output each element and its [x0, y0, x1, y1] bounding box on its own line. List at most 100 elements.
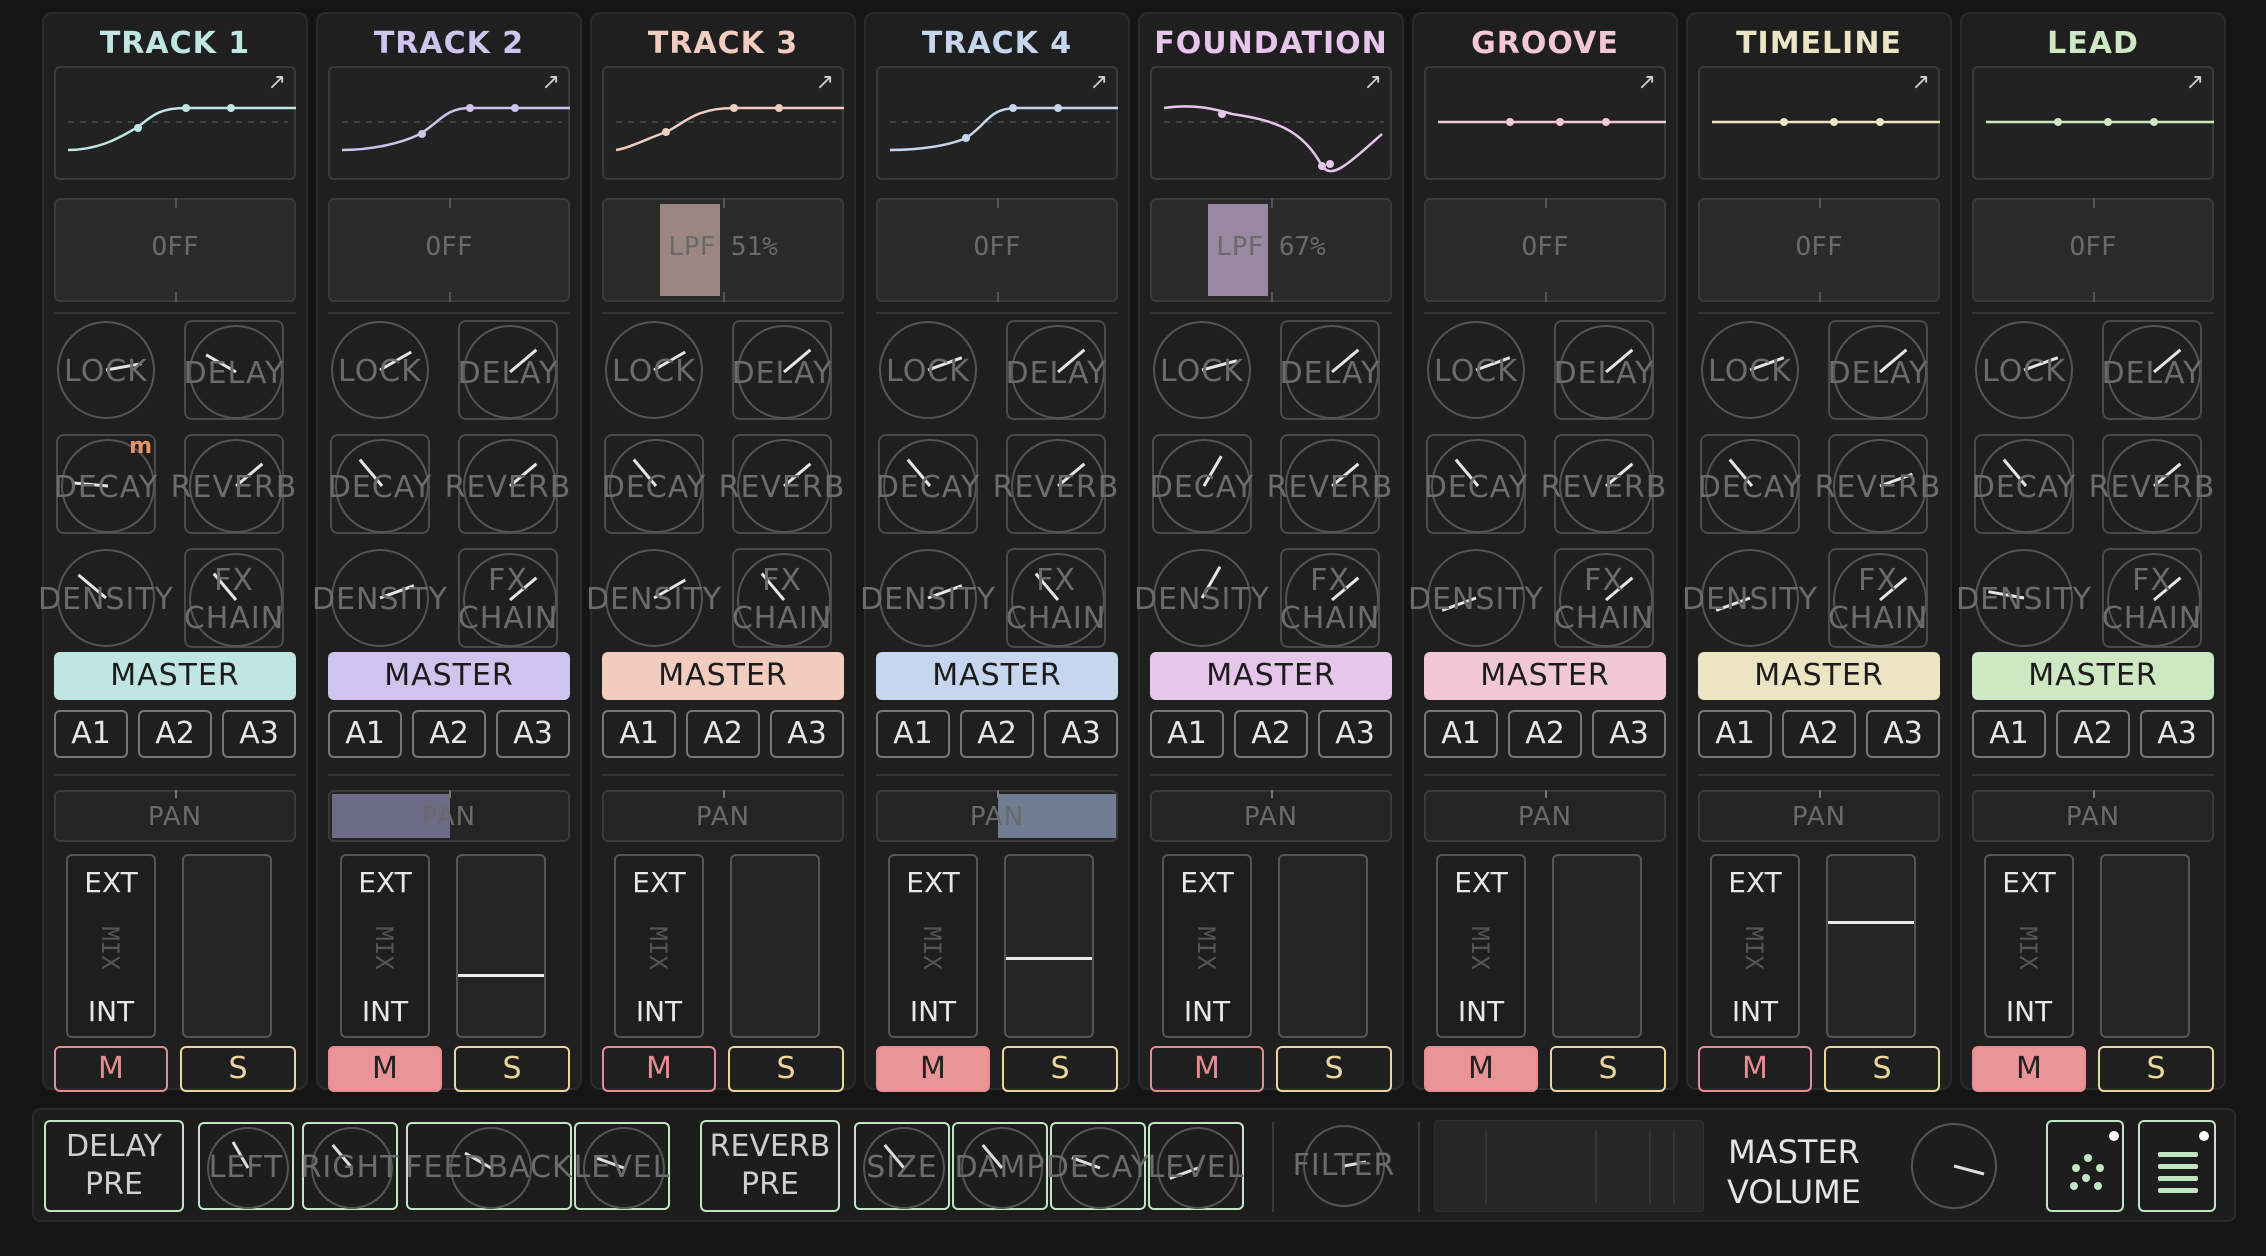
- solo-button[interactable]: S: [454, 1046, 570, 1092]
- master-send-button[interactable]: MASTER: [1424, 652, 1666, 700]
- decay-knob[interactable]: DECAY: [1698, 434, 1801, 534]
- decay-knob[interactable]: DECAY: [1424, 434, 1527, 534]
- pan-slider[interactable]: PAN: [876, 790, 1118, 842]
- aux-send-a1-button[interactable]: A1: [876, 710, 950, 758]
- aux-send-a3-button[interactable]: A3: [1044, 710, 1118, 758]
- decay-knob[interactable]: DECAY: [876, 434, 979, 534]
- solo-button[interactable]: S: [1824, 1046, 1940, 1092]
- master-send-button[interactable]: MASTER: [602, 652, 844, 700]
- delay-left-knob[interactable]: LEFT: [198, 1122, 294, 1210]
- lock-knob[interactable]: LOCK: [878, 320, 978, 420]
- aux-send-a3-button[interactable]: A3: [1592, 710, 1666, 758]
- decay-knob[interactable]: DECAY: [328, 434, 431, 534]
- fx-chain-knob[interactable]: FX CHAIN: [458, 548, 558, 648]
- aux-send-a1-button[interactable]: A1: [1150, 710, 1224, 758]
- reverb-pre-button[interactable]: REVERB PRE: [700, 1120, 840, 1212]
- pan-slider[interactable]: PAN: [328, 790, 570, 842]
- density-knob[interactable]: DENSITY: [312, 548, 447, 648]
- aux-send-a2-button[interactable]: A2: [1234, 710, 1308, 758]
- filter-control[interactable]: OFF: [876, 198, 1118, 302]
- volume-fader[interactable]: [1278, 854, 1368, 1038]
- expand-arrow-icon[interactable]: ↗: [2186, 70, 2204, 95]
- mix-selector[interactable]: EXT MIX INT: [1162, 854, 1252, 1038]
- pan-slider[interactable]: PAN: [1698, 790, 1940, 842]
- envelope-curve[interactable]: ↗: [1698, 66, 1940, 180]
- mix-selector[interactable]: EXT MIX INT: [340, 854, 430, 1038]
- mix-selector[interactable]: EXT MIX INT: [66, 854, 156, 1038]
- delay-knob[interactable]: DELAY: [1280, 320, 1380, 420]
- volume-fader[interactable]: [456, 854, 546, 1038]
- decay-knob[interactable]: DECAY: [602, 434, 705, 534]
- reverb-knob[interactable]: REVERB: [1541, 434, 1666, 534]
- envelope-curve[interactable]: ↗: [328, 66, 570, 180]
- solo-button[interactable]: S: [1550, 1046, 1666, 1092]
- aux-send-a1-button[interactable]: A1: [54, 710, 128, 758]
- envelope-curve[interactable]: ↗: [876, 66, 1118, 180]
- decay-knob[interactable]: DECAY: [1150, 434, 1253, 534]
- expand-arrow-icon[interactable]: ↗: [1638, 70, 1656, 95]
- master-send-button[interactable]: MASTER: [328, 652, 570, 700]
- mix-selector[interactable]: EXT MIX INT: [614, 854, 704, 1038]
- delay-knob[interactable]: DELAY: [1006, 320, 1106, 420]
- volume-fader[interactable]: [2100, 854, 2190, 1038]
- filter-control[interactable]: LPF 51%: [602, 198, 844, 302]
- delay-knob[interactable]: DELAY: [1554, 320, 1654, 420]
- mute-button[interactable]: M: [602, 1046, 716, 1092]
- envelope-curve[interactable]: ↗: [1424, 66, 1666, 180]
- aux-send-a2-button[interactable]: A2: [1782, 710, 1856, 758]
- mix-selector[interactable]: EXT MIX INT: [1710, 854, 1800, 1038]
- master-send-button[interactable]: MASTER: [54, 652, 296, 700]
- volume-fader[interactable]: [730, 854, 820, 1038]
- reverb-knob[interactable]: REVERB: [719, 434, 844, 534]
- fx-chain-knob[interactable]: FX CHAIN: [184, 548, 284, 648]
- solo-button[interactable]: S: [180, 1046, 296, 1092]
- aux-send-a1-button[interactable]: A1: [328, 710, 402, 758]
- dots-icon[interactable]: [2046, 1120, 2124, 1212]
- pan-slider[interactable]: PAN: [602, 790, 844, 842]
- master-volume-knob[interactable]: [1904, 1122, 2004, 1210]
- expand-arrow-icon[interactable]: ↗: [1364, 70, 1382, 95]
- envelope-curve[interactable]: ↗: [602, 66, 844, 180]
- delay-feedback-knob[interactable]: FEEDBACK: [405, 1122, 572, 1210]
- master-send-button[interactable]: MASTER: [876, 652, 1118, 700]
- envelope-curve[interactable]: ↗: [54, 66, 296, 180]
- lock-knob[interactable]: LOCK: [1152, 320, 1252, 420]
- delay-knob[interactable]: DELAY: [732, 320, 832, 420]
- mute-button[interactable]: M: [1424, 1046, 1538, 1092]
- filter-control[interactable]: OFF: [54, 198, 296, 302]
- aux-send-a3-button[interactable]: A3: [770, 710, 844, 758]
- fx-chain-knob[interactable]: FX CHAIN: [1554, 548, 1654, 648]
- reverb-level-knob[interactable]: LEVEL: [1148, 1122, 1244, 1210]
- filter-control[interactable]: LPF 67%: [1150, 198, 1392, 302]
- density-knob[interactable]: DENSITY: [860, 548, 995, 648]
- lock-knob[interactable]: LOCK: [56, 320, 156, 420]
- decay-knob[interactable]: DECAY m: [54, 434, 157, 534]
- reverb-knob[interactable]: REVERB: [993, 434, 1118, 534]
- mix-selector[interactable]: EXT MIX INT: [888, 854, 978, 1038]
- aux-send-a2-button[interactable]: A2: [1508, 710, 1582, 758]
- delay-pre-button[interactable]: DELAY PRE: [44, 1120, 184, 1212]
- master-send-button[interactable]: MASTER: [1698, 652, 1940, 700]
- reverb-knob[interactable]: REVERB: [2089, 434, 2214, 534]
- aux-send-a1-button[interactable]: A1: [1698, 710, 1772, 758]
- density-knob[interactable]: DENSITY: [1134, 548, 1269, 648]
- aux-send-a1-button[interactable]: A1: [1424, 710, 1498, 758]
- lock-knob[interactable]: LOCK: [1426, 320, 1526, 420]
- reverb-knob[interactable]: REVERB: [1267, 434, 1392, 534]
- expand-arrow-icon[interactable]: ↗: [1090, 70, 1108, 95]
- expand-arrow-icon[interactable]: ↗: [268, 70, 286, 95]
- volume-fader[interactable]: [1004, 854, 1094, 1038]
- solo-button[interactable]: S: [728, 1046, 844, 1092]
- expand-arrow-icon[interactable]: ↗: [816, 70, 834, 95]
- pan-slider[interactable]: PAN: [1424, 790, 1666, 842]
- aux-send-a3-button[interactable]: A3: [496, 710, 570, 758]
- reverb-knob[interactable]: REVERB: [445, 434, 570, 534]
- volume-fader[interactable]: [182, 854, 272, 1038]
- delay-knob[interactable]: DELAY: [184, 320, 284, 420]
- density-knob[interactable]: DENSITY: [1408, 548, 1543, 648]
- lock-knob[interactable]: LOCK: [604, 320, 704, 420]
- density-knob[interactable]: DENSITY: [1956, 548, 2091, 648]
- aux-send-a1-button[interactable]: A1: [602, 710, 676, 758]
- fx-chain-knob[interactable]: FX CHAIN: [1280, 548, 1380, 648]
- delay-knob[interactable]: DELAY: [2102, 320, 2202, 420]
